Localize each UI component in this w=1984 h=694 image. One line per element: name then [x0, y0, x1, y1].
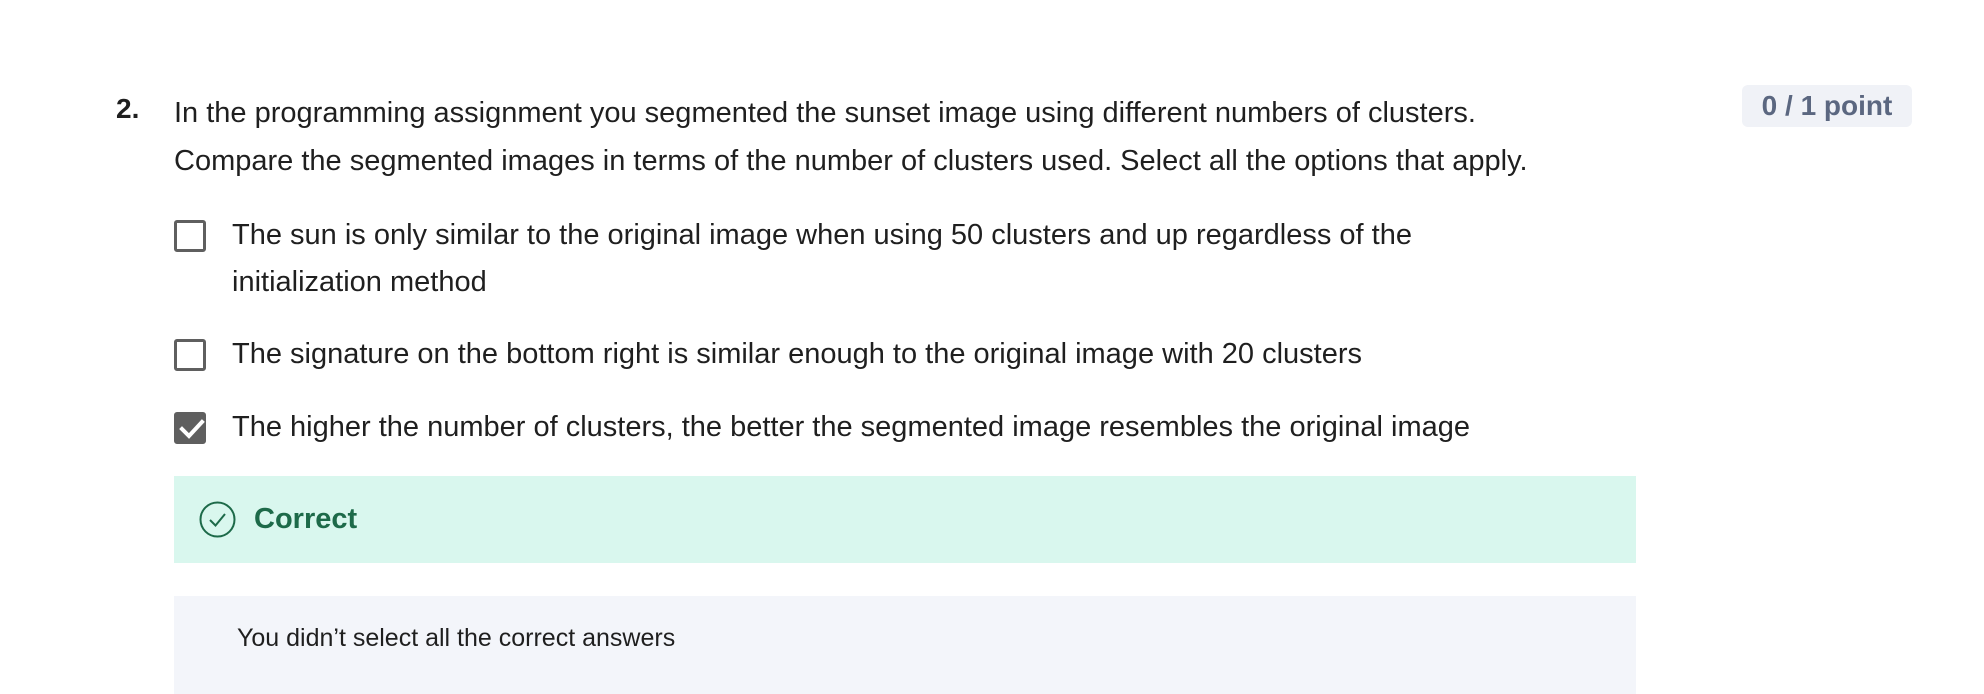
option-checkbox[interactable]	[174, 220, 206, 252]
option-label-line: The higher the number of clusters, the b…	[232, 411, 1471, 443]
option-checkbox[interactable]	[174, 339, 206, 371]
quiz-question: 2. In the programming assignment you seg…	[0, 0, 1984, 694]
explanation-box: You didn’t select all the correct answer…	[174, 596, 1636, 694]
question-number: 2.	[116, 93, 140, 124]
points-badge: 0 / 1 point	[1742, 85, 1912, 127]
explanation-text: You didn’t select all the correct answer…	[237, 624, 676, 652]
feedback-status: Correct	[254, 503, 358, 535]
option-label-line: initialization method	[232, 266, 487, 298]
feedback-banner: Correct	[174, 476, 1636, 563]
option-label-line: The signature on the bottom right is sim…	[232, 338, 1362, 370]
question-text-line: In the programming assignment you segmen…	[174, 97, 1476, 129]
check-circle-icon	[199, 501, 236, 538]
checkmark-icon	[179, 419, 205, 439]
option-label-line: The sun is only similar to the original …	[232, 219, 1412, 251]
option-label[interactable]: The signature on the bottom right is sim…	[232, 331, 1632, 378]
option-label[interactable]: The higher the number of clusters, the b…	[232, 404, 1632, 451]
option-label[interactable]: The sun is only similar to the original …	[232, 212, 1632, 306]
option-checkbox-checked[interactable]	[174, 412, 206, 444]
question-text: In the programming assignment you segmen…	[174, 89, 1654, 185]
question-text-line: Compare the segmented images in terms of…	[174, 145, 1528, 177]
